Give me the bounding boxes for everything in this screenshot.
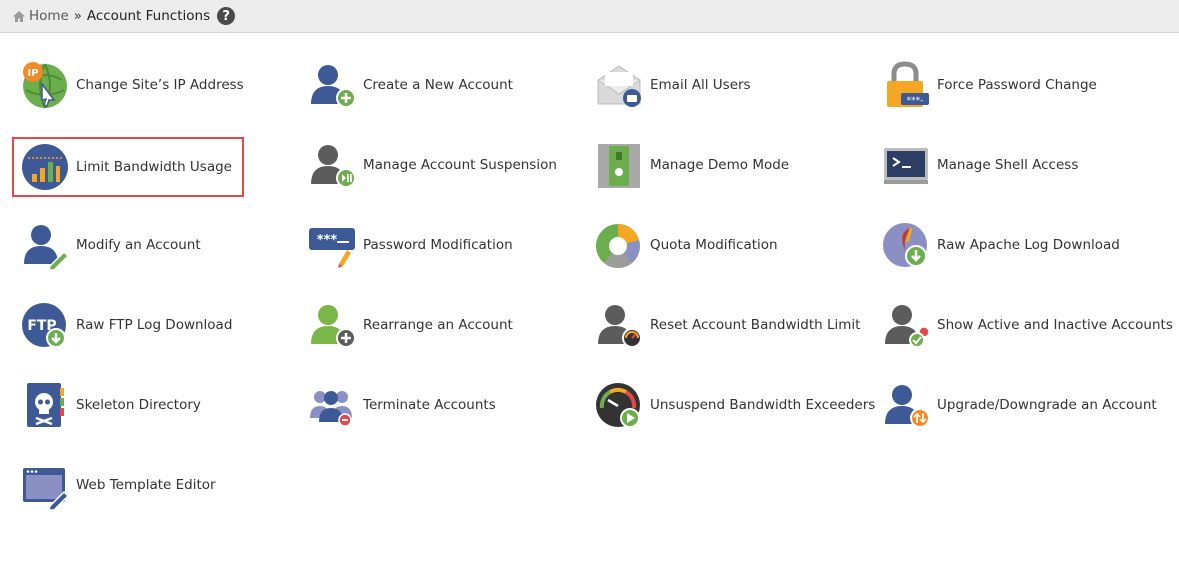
item-label[interactable]: Skeleton Directory: [76, 397, 201, 413]
svg-text:***: ***: [317, 233, 338, 248]
item-change-site-ip[interactable]: IP Change Site’s IP Address: [20, 59, 244, 111]
terminate-accounts-icon: [307, 380, 357, 430]
item-force-password-change[interactable]: ***- Force Password Change: [881, 59, 1097, 111]
create-account-icon: [307, 60, 357, 110]
item-label[interactable]: Raw Apache Log Download: [937, 237, 1120, 253]
breadcrumb-separator: »: [73, 8, 82, 24]
item-label[interactable]: Unsuspend Bandwidth Exceeders: [650, 397, 875, 413]
active-accounts-icon: [881, 300, 931, 350]
item-web-template-editor[interactable]: Web Template Editor: [20, 459, 216, 511]
help-icon[interactable]: ?: [217, 7, 236, 25]
item-label[interactable]: Change Site’s IP Address: [76, 77, 244, 93]
item-label[interactable]: Force Password Change: [937, 77, 1097, 93]
item-show-active-inactive-accounts[interactable]: Show Active and Inactive Accounts: [881, 299, 1173, 351]
terminal-icon: [881, 140, 931, 190]
item-quota-modification[interactable]: Quota Modification: [594, 219, 778, 271]
item-create-new-account[interactable]: Create a New Account: [307, 59, 513, 111]
svg-text:IP: IP: [27, 68, 38, 79]
upgrade-downgrade-icon: [881, 380, 931, 430]
item-label[interactable]: Create a New Account: [363, 77, 513, 93]
item-label[interactable]: Quota Modification: [650, 237, 778, 253]
item-label[interactable]: Rearrange an Account: [363, 317, 513, 333]
item-label[interactable]: Manage Account Suspension: [363, 157, 557, 173]
item-label[interactable]: Show Active and Inactive Accounts: [937, 317, 1173, 333]
home-icon: [13, 10, 25, 22]
breadcrumb-home-link[interactable]: Home: [12, 8, 69, 24]
modify-account-icon: [20, 220, 70, 270]
item-manage-account-suspension[interactable]: Manage Account Suspension: [307, 139, 557, 191]
padlock-icon: ***-: [881, 60, 931, 110]
demo-mode-icon: [594, 140, 644, 190]
password-icon: ***: [307, 220, 357, 270]
item-limit-bandwidth-usage[interactable]: Limit Bandwidth Usage: [12, 137, 244, 197]
item-raw-ftp-log-download[interactable]: FTP Raw FTP Log Download: [20, 299, 232, 351]
breadcrumb-current: Account Functions: [86, 8, 211, 24]
unsuspend-gauge-icon: [594, 380, 644, 430]
item-terminate-accounts[interactable]: Terminate Accounts: [307, 379, 496, 431]
ip-address-icon: IP: [20, 60, 70, 110]
apache-log-icon: [881, 220, 931, 270]
item-email-all-users[interactable]: Email All Users: [594, 59, 751, 111]
item-manage-demo-mode[interactable]: Manage Demo Mode: [594, 139, 789, 191]
bandwidth-chart-icon: [20, 142, 70, 192]
reset-bandwidth-icon: [594, 300, 644, 350]
item-label[interactable]: Manage Demo Mode: [650, 157, 789, 173]
breadcrumb: Home » Account Functions ?: [0, 0, 1179, 33]
breadcrumb-home-label[interactable]: Home: [29, 8, 69, 24]
item-modify-an-account[interactable]: Modify an Account: [20, 219, 201, 271]
item-label[interactable]: Limit Bandwidth Usage: [76, 159, 232, 175]
item-label[interactable]: Email All Users: [650, 77, 751, 93]
item-label[interactable]: Modify an Account: [76, 237, 201, 253]
item-rearrange-an-account[interactable]: Rearrange an Account: [307, 299, 513, 351]
web-template-icon: [20, 460, 70, 510]
rearrange-account-icon: [307, 300, 357, 350]
item-skeleton-directory[interactable]: Skeleton Directory: [20, 379, 201, 431]
item-manage-shell-access[interactable]: Manage Shell Access: [881, 139, 1078, 191]
account-suspension-icon: [307, 140, 357, 190]
item-label[interactable]: Upgrade/Downgrade an Account: [937, 397, 1157, 413]
item-label[interactable]: Terminate Accounts: [363, 397, 496, 413]
skeleton-directory-icon: [20, 380, 70, 430]
email-icon: [594, 60, 644, 110]
item-label[interactable]: Password Modification: [363, 237, 513, 253]
item-label[interactable]: Web Template Editor: [76, 477, 216, 493]
item-label[interactable]: Raw FTP Log Download: [76, 317, 232, 333]
svg-text:***-: ***-: [907, 96, 924, 106]
item-password-modification[interactable]: *** Password Modification: [307, 219, 513, 271]
ftp-log-icon: FTP: [20, 300, 70, 350]
item-unsuspend-bandwidth-exceeders[interactable]: Unsuspend Bandwidth Exceeders: [594, 379, 875, 431]
item-upgrade-downgrade-account[interactable]: Upgrade/Downgrade an Account: [881, 379, 1157, 431]
item-reset-account-bandwidth-limit[interactable]: Reset Account Bandwidth Limit: [594, 299, 860, 351]
item-raw-apache-log-download[interactable]: Raw Apache Log Download: [881, 219, 1120, 271]
quota-pie-icon: [594, 220, 644, 270]
item-label[interactable]: Manage Shell Access: [937, 157, 1078, 173]
item-label[interactable]: Reset Account Bandwidth Limit: [650, 317, 860, 333]
